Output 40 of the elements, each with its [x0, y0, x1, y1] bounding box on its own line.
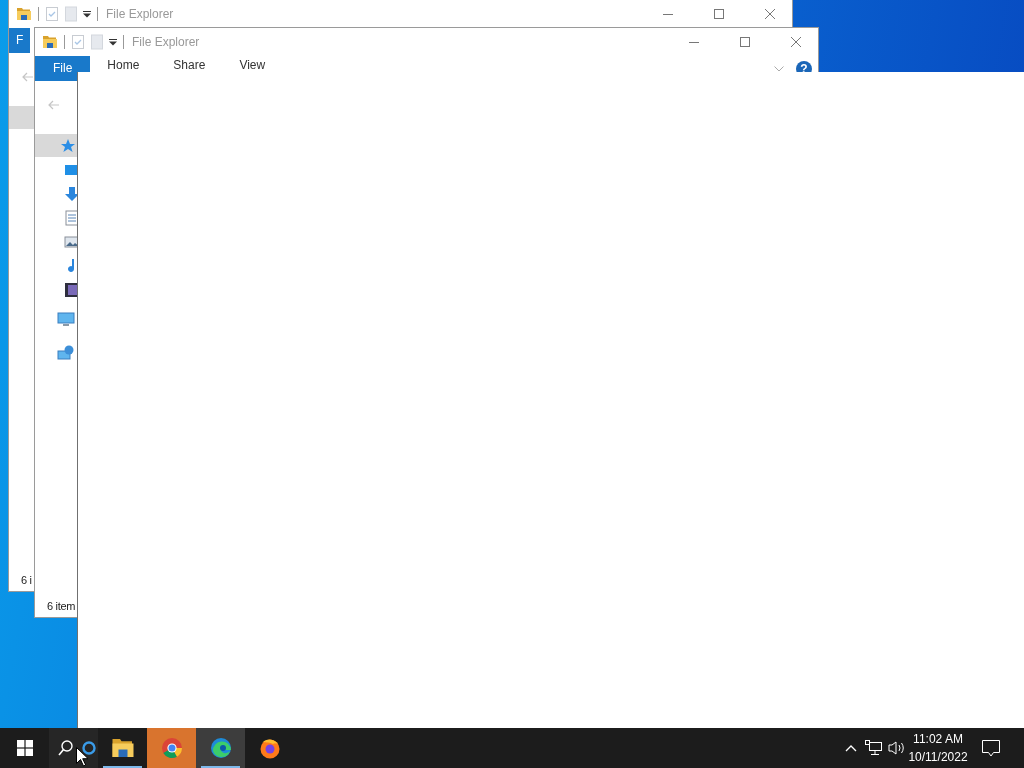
ring-icon [82, 741, 96, 755]
explorer-icon [16, 6, 32, 22]
search-icon [57, 739, 74, 757]
maximize-icon [739, 37, 750, 47]
chevron-up-icon [844, 744, 857, 752]
network-icon[interactable] [57, 344, 75, 361]
file-menu-tab[interactable]: F [9, 28, 31, 53]
clock-button[interactable]: 11:02 AM 10/11/2022 [908, 728, 968, 768]
window-title: File Explorer [132, 35, 200, 49]
close-icon [764, 9, 775, 19]
clock-time: 11:02 AM [913, 731, 963, 748]
firefox-icon [258, 737, 281, 759]
window-title: File Explorer [106, 7, 174, 21]
status-text: 6 item [47, 600, 76, 612]
computer-icon[interactable] [57, 311, 75, 328]
customize-caret-icon[interactable] [109, 38, 117, 46]
ribbon-tab[interactable]: Home [90, 56, 157, 72]
ribbon-tab[interactable]: Share [156, 56, 223, 72]
chrome-icon [160, 737, 183, 759]
windows-logo-icon [16, 740, 33, 756]
edge-icon [209, 737, 232, 759]
customize-caret-icon[interactable] [83, 10, 91, 18]
folder-icon [110, 736, 135, 760]
speaker-icon [888, 740, 905, 756]
search-button[interactable] [49, 728, 82, 768]
file-menu-tab[interactable]: File [35, 56, 91, 81]
taskbar-app-button[interactable] [196, 728, 245, 768]
clock-date: 10/11/2022 [908, 749, 968, 766]
star-icon[interactable] [60, 137, 76, 154]
ribbon-tab[interactable]: View [222, 56, 283, 72]
document-icon[interactable] [64, 209, 80, 226]
speech-bubble-icon [982, 739, 1000, 757]
cortana-button[interactable] [82, 728, 98, 768]
mouse-pointer-icon [76, 747, 88, 767]
status-text: 6 i [21, 574, 32, 586]
close-icon [790, 37, 801, 47]
network-icon [865, 740, 882, 756]
explorer-icon [42, 34, 58, 50]
down-arrow-icon[interactable] [64, 185, 80, 202]
maximize-icon [713, 9, 724, 19]
